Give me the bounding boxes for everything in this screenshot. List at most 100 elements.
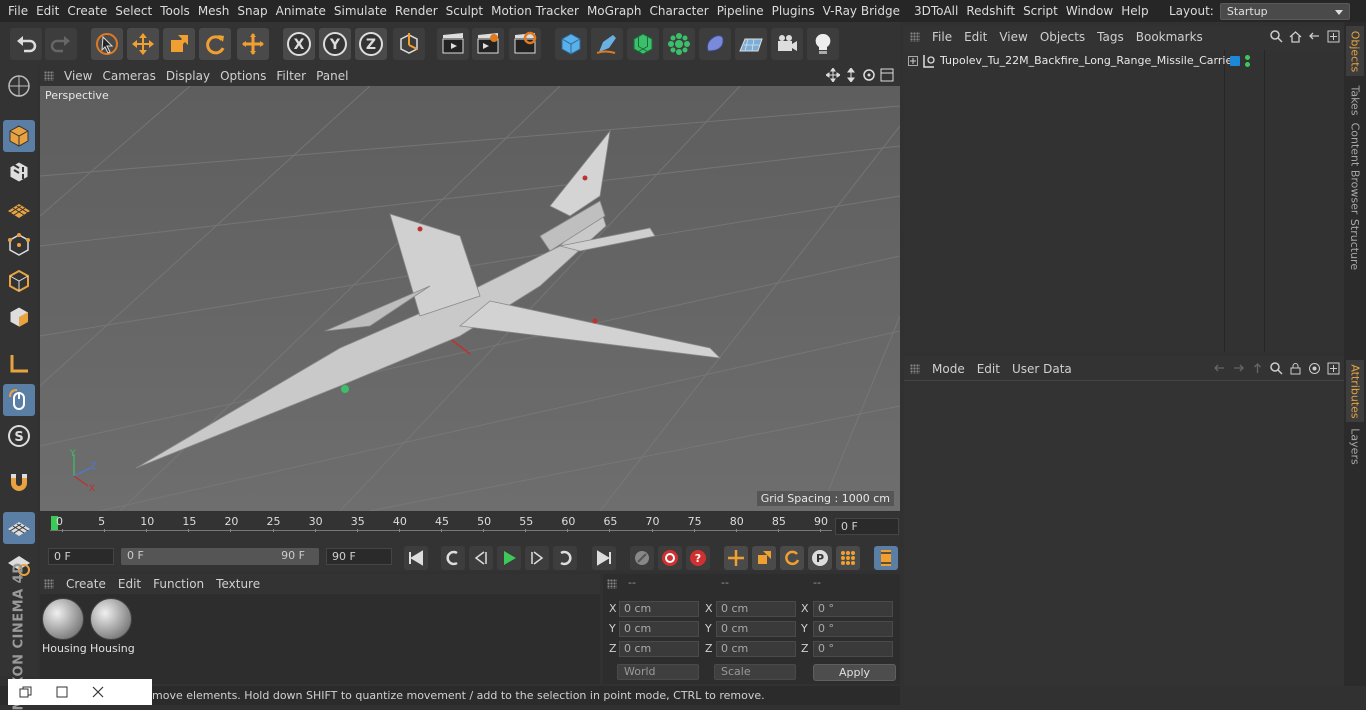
previous-key-icon[interactable] [441, 546, 465, 570]
maximize-icon[interactable] [44, 679, 80, 705]
vp-menu-display[interactable]: Display [166, 69, 210, 83]
menu-create[interactable]: Create [59, 4, 107, 18]
go-to-start-icon[interactable] [404, 546, 428, 570]
camera-icon[interactable] [771, 28, 803, 60]
rotate-icon[interactable] [199, 28, 231, 60]
floor-icon[interactable] [735, 28, 767, 60]
render-visibility-dot[interactable] [1245, 62, 1250, 67]
menu-plugins[interactable]: Plugins [764, 4, 815, 18]
menu-vray-bridge[interactable]: V-Ray Bridge [815, 4, 900, 18]
undo-icon[interactable] [10, 28, 42, 60]
search-icon[interactable] [1270, 30, 1283, 43]
size-x-field[interactable]: 0 cm [716, 601, 796, 617]
tab-attributes[interactable]: Attributes [1346, 360, 1364, 422]
texture-mode-icon[interactable] [3, 156, 35, 188]
new-panel-icon[interactable] [1327, 362, 1340, 375]
grip-icon[interactable] [910, 32, 920, 42]
tab-structure[interactable]: Structure [1346, 216, 1364, 272]
redo-icon[interactable] [45, 28, 77, 60]
grip-icon[interactable] [44, 579, 54, 589]
solo-mode-icon[interactable]: S [3, 420, 35, 452]
key-scale-icon[interactable] [752, 546, 776, 570]
y-axis-icon[interactable]: Y [319, 28, 351, 60]
new-panel-icon[interactable] [1327, 30, 1340, 43]
pos-y-field[interactable]: 0 cm [619, 621, 699, 637]
mat-menu-texture[interactable]: Texture [216, 577, 260, 591]
layer-color-swatch[interactable] [1230, 56, 1240, 66]
expand-icon[interactable] [908, 56, 918, 66]
rot-h-field[interactable]: 0 ° [813, 601, 893, 617]
menu-file[interactable]: File [0, 4, 28, 18]
rot-b-field[interactable]: 0 ° [813, 641, 893, 657]
size-z-field[interactable]: 0 cm [716, 641, 796, 657]
coordinate-mode-dropdown[interactable]: World [617, 664, 699, 680]
model-mode-icon[interactable] [3, 120, 35, 152]
go-to-end-icon[interactable] [592, 546, 616, 570]
up-arrow-icon[interactable] [1251, 362, 1264, 375]
tab-layers[interactable]: Layers [1346, 426, 1364, 466]
move-icon[interactable] [127, 28, 159, 60]
close-icon[interactable] [80, 679, 116, 705]
rot-p-field[interactable]: 0 ° [813, 621, 893, 637]
restore-icon[interactable] [8, 679, 44, 705]
cloner-icon[interactable] [663, 28, 695, 60]
menu-mograph[interactable]: MoGraph [579, 4, 642, 18]
mat-menu-create[interactable]: Create [66, 577, 106, 591]
back-arrow-icon[interactable] [1213, 362, 1226, 375]
back-icon[interactable] [1308, 30, 1321, 43]
key-pla-icon[interactable] [836, 546, 860, 570]
obj-menu-view[interactable]: View [999, 30, 1027, 44]
apply-button[interactable]: Apply [813, 664, 896, 681]
menu-animate[interactable]: Animate [268, 4, 326, 18]
orbit-icon[interactable] [862, 68, 876, 82]
menu-select[interactable]: Select [107, 4, 152, 18]
menu-simulate[interactable]: Simulate [326, 4, 387, 18]
move-tool-icon[interactable] [237, 28, 269, 60]
menu-3dtoall[interactable]: 3DToAll [906, 4, 958, 18]
vp-menu-cameras[interactable]: Cameras [102, 69, 155, 83]
object-row[interactable]: Tupolev_Tu_22M_Backfire_Long_Range_Missi… [904, 53, 1344, 70]
dolly-icon[interactable] [844, 68, 858, 82]
menu-tools[interactable]: Tools [152, 4, 190, 18]
menu-window[interactable]: Window [1058, 4, 1113, 18]
snapping-icon[interactable] [3, 466, 35, 498]
workplane-icon[interactable] [3, 192, 35, 224]
live-selection-icon[interactable] [91, 28, 123, 60]
record-keys-icon[interactable] [658, 546, 682, 570]
axis-mode-icon[interactable] [3, 348, 35, 380]
layout-dropdown[interactable]: Startup [1219, 2, 1350, 20]
key-position-icon[interactable] [724, 546, 748, 570]
motion-record-icon[interactable] [630, 546, 654, 570]
grip-icon[interactable] [607, 579, 617, 589]
obj-menu-objects[interactable]: Objects [1040, 30, 1085, 44]
transform-mode-dropdown[interactable]: Scale [714, 664, 796, 680]
tab-takes[interactable]: Takes [1346, 80, 1364, 120]
attr-menu-mode[interactable]: Mode [932, 362, 965, 376]
scale-icon[interactable] [163, 28, 195, 60]
render-picture-viewer-icon[interactable] [472, 28, 504, 60]
render-view-icon[interactable] [437, 28, 469, 60]
light-icon[interactable] [807, 28, 839, 60]
search-icon[interactable] [1270, 362, 1283, 375]
material-swatch[interactable]: Housing [90, 598, 134, 658]
grip-icon[interactable] [910, 364, 920, 374]
obj-menu-file[interactable]: File [932, 30, 952, 44]
edges-mode-icon[interactable] [3, 265, 35, 297]
perspective-viewport[interactable]: Y Z X Perspective Grid Spacing : 1000 cm [40, 86, 900, 511]
pos-z-field[interactable]: 0 cm [619, 641, 699, 657]
play-icon[interactable] [497, 546, 521, 570]
forward-arrow-icon[interactable] [1232, 362, 1245, 375]
attr-menu-user-data[interactable]: User Data [1012, 362, 1072, 376]
mat-menu-function[interactable]: Function [153, 577, 204, 591]
obj-menu-tags[interactable]: Tags [1097, 30, 1124, 44]
maximize-view-icon[interactable] [880, 68, 894, 82]
pan-icon[interactable] [826, 68, 840, 82]
end-frame-field[interactable]: 90 F [326, 548, 392, 565]
menu-help[interactable]: Help [1113, 4, 1148, 18]
home-icon[interactable] [1289, 30, 1302, 43]
vp-menu-options[interactable]: Options [220, 69, 266, 83]
grid-lock-icon[interactable] [3, 512, 35, 544]
deformer-icon[interactable] [699, 28, 731, 60]
next-key-icon[interactable] [553, 546, 577, 570]
menu-sculpt[interactable]: Sculpt [438, 4, 483, 18]
